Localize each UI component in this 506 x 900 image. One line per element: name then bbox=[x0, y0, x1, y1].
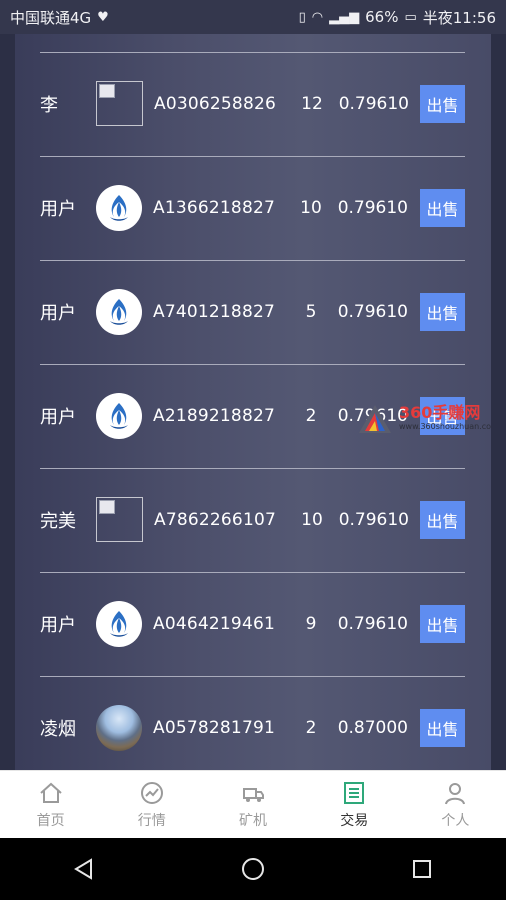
account-code: A7862266107 bbox=[154, 509, 276, 530]
sell-button[interactable]: 出售 bbox=[420, 188, 465, 227]
list-item: 用户 A0464219461 9 0.79610 出售 bbox=[40, 572, 465, 675]
system-nav-bar bbox=[0, 838, 506, 900]
bottom-tab-bar: 首页 行情 矿机 交易 个人 bbox=[0, 770, 506, 838]
tab-home[interactable]: 首页 bbox=[0, 771, 101, 838]
account-code: A0306258826 bbox=[154, 93, 276, 114]
flame-logo-icon bbox=[96, 288, 142, 335]
status-bar: 中国联通4G ♥ ▯ ◠ ▂▄▆ 66% ▭ 半夜11:56 bbox=[0, 0, 506, 34]
price: 0.79610 bbox=[337, 301, 408, 322]
status-right: ▯ ◠ ▂▄▆ 66% ▭ 半夜11:56 bbox=[299, 7, 496, 28]
tab-label: 行情 bbox=[137, 812, 166, 829]
watermark-logo-icon bbox=[359, 405, 391, 433]
flame-logo-icon bbox=[96, 184, 142, 231]
flame-logo-icon bbox=[96, 600, 142, 647]
watermark-title: 360手赚网 bbox=[399, 403, 481, 422]
sell-button[interactable]: 出售 bbox=[420, 500, 465, 539]
trade-list[interactable]: 李 A0306258826 12 0.79610 出售 用户 A13662188… bbox=[0, 34, 506, 770]
list-item: 凌烟 A0578281791 2 0.87000 出售 bbox=[40, 676, 465, 770]
wifi-icon: ◠ bbox=[311, 9, 324, 25]
user-name: 完美 bbox=[40, 510, 76, 532]
price: 0.79610 bbox=[338, 509, 409, 530]
sell-button[interactable]: 出售 bbox=[420, 84, 465, 123]
watermark-text: 360手赚网 www.360shouzhuan.com bbox=[399, 404, 499, 432]
account-code: A7401218827 bbox=[153, 301, 275, 322]
quantity: 2 bbox=[305, 405, 317, 426]
recents-button[interactable] bbox=[402, 849, 442, 889]
broken-image-icon bbox=[96, 497, 143, 542]
profile-photo-icon bbox=[96, 704, 142, 751]
vibrate-icon: ▯ bbox=[298, 9, 306, 25]
home-icon bbox=[39, 782, 62, 803]
quantity: 12 bbox=[301, 93, 323, 114]
quantity: 9 bbox=[305, 613, 317, 634]
account-code: A0578281791 bbox=[153, 717, 275, 738]
back-button[interactable] bbox=[64, 849, 104, 889]
tab-label: 首页 bbox=[36, 812, 65, 829]
list-item: 完美 A7862266107 10 0.79610 出售 bbox=[40, 468, 465, 571]
price: 0.79610 bbox=[338, 93, 409, 114]
battery-icon: ▭ bbox=[404, 9, 417, 25]
user-name: 用户 bbox=[40, 406, 76, 428]
home-button[interactable] bbox=[233, 849, 273, 889]
back-triangle-icon bbox=[74, 858, 93, 880]
sell-button[interactable]: 出售 bbox=[420, 708, 465, 747]
sell-button[interactable]: 出售 bbox=[420, 604, 465, 643]
sell-button[interactable]: 出售 bbox=[420, 292, 465, 331]
list-item: 用户 A7401218827 5 0.79610 出售 bbox=[40, 260, 465, 363]
heart-icon: ♥ bbox=[97, 9, 109, 25]
tab-market[interactable]: 行情 bbox=[101, 771, 202, 838]
carrier-label: 中国联通4G bbox=[10, 8, 92, 27]
user-name: 用户 bbox=[40, 614, 76, 636]
tab-profile[interactable]: 个人 bbox=[405, 771, 506, 838]
battery-percent: 66% bbox=[365, 8, 399, 26]
price: 0.87000 bbox=[337, 717, 408, 738]
user-name: 李 bbox=[40, 94, 58, 116]
quantity: 2 bbox=[305, 717, 317, 738]
user-name: 用户 bbox=[40, 302, 76, 324]
account-code: A0464219461 bbox=[153, 613, 275, 634]
recents-square-icon bbox=[412, 860, 431, 878]
tab-trade[interactable]: 交易 bbox=[304, 771, 405, 838]
market-icon bbox=[140, 781, 163, 804]
watermark-url: www.360shouzhuan.com bbox=[399, 422, 499, 431]
home-circle-icon bbox=[241, 858, 264, 880]
account-code: A2189218827 bbox=[153, 405, 275, 426]
quantity: 10 bbox=[300, 197, 322, 218]
watermark: 360手赚网 www.360shouzhuan.com bbox=[355, 400, 505, 436]
account-code: A1366218827 bbox=[153, 197, 275, 218]
broken-image-icon bbox=[96, 81, 143, 126]
list-item: 李 A0306258826 12 0.79610 出售 bbox=[40, 52, 465, 155]
user-name: 用户 bbox=[40, 198, 76, 220]
user-name: 凌烟 bbox=[40, 718, 76, 740]
tab-label: 个人 bbox=[441, 812, 470, 829]
status-left: 中国联通4G ♥ bbox=[10, 7, 109, 28]
tab-label: 矿机 bbox=[239, 812, 267, 829]
flame-logo-icon bbox=[96, 392, 142, 439]
quantity: 10 bbox=[301, 509, 323, 530]
list-item: 用户 A1366218827 10 0.79610 出售 bbox=[40, 156, 465, 259]
user-icon bbox=[445, 782, 466, 804]
tab-label: 交易 bbox=[340, 812, 369, 829]
quantity: 5 bbox=[305, 301, 317, 322]
clock: 半夜11:56 bbox=[422, 8, 496, 27]
trade-icon bbox=[344, 781, 365, 804]
price: 0.79610 bbox=[337, 197, 408, 218]
miner-icon bbox=[243, 787, 264, 802]
signal-icon: ▂▄▆ bbox=[329, 9, 360, 25]
price: 0.79610 bbox=[337, 613, 408, 634]
tab-miner[interactable]: 矿机 bbox=[202, 771, 303, 838]
